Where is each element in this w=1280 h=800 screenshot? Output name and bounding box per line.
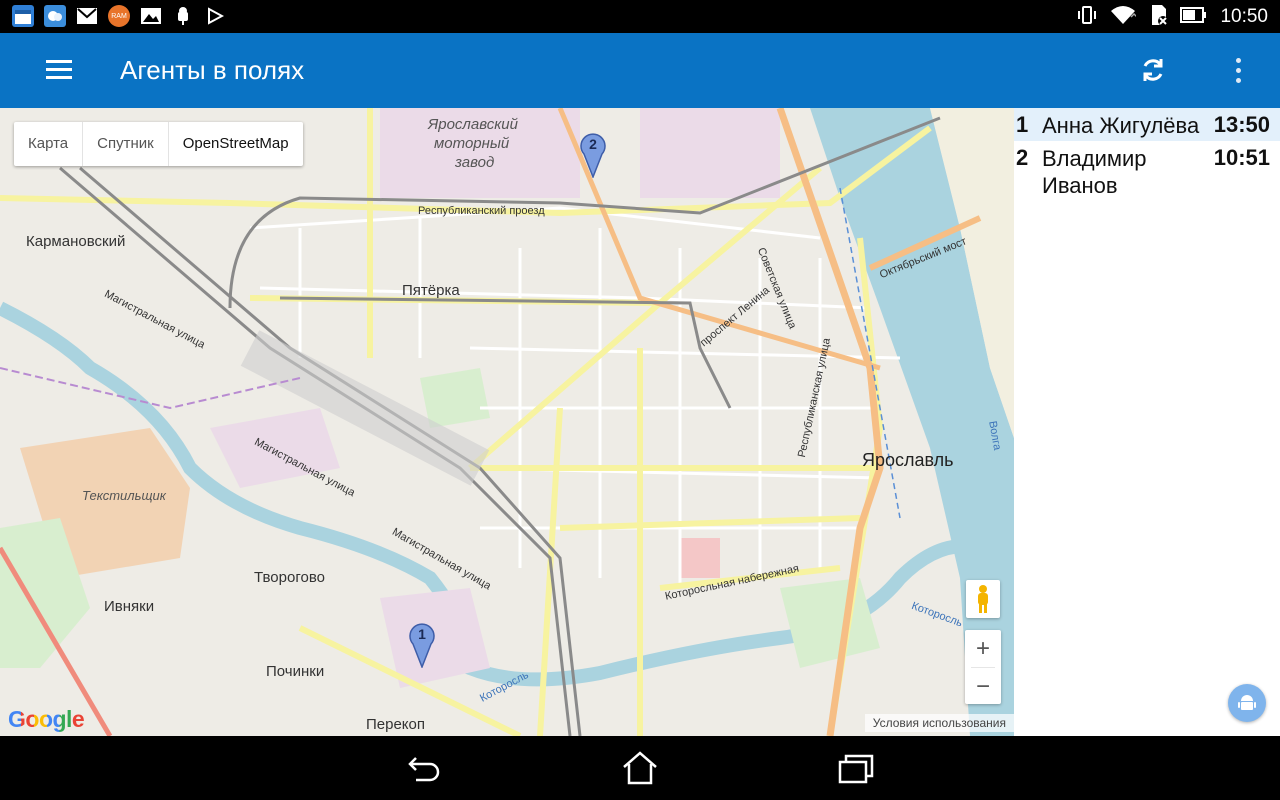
agent-time: 13:50 bbox=[1213, 112, 1270, 137]
more-dot-icon bbox=[1235, 68, 1241, 73]
android-debug-icon bbox=[172, 5, 194, 27]
terms-of-use-link[interactable]: Условия использования bbox=[864, 714, 1014, 732]
agent-list: 1 Анна Жигулёва 13:50 2 Владимир Иванов … bbox=[1014, 108, 1280, 736]
marker-number: 1 bbox=[418, 626, 426, 642]
status-bar: RAM 10:50 bbox=[0, 0, 1280, 33]
hamburger-icon-line bbox=[46, 60, 72, 63]
recents-button[interactable] bbox=[836, 750, 876, 786]
agent-list-item[interactable]: 1 Анна Жигулёва 13:50 bbox=[1014, 108, 1280, 141]
notification-icons: RAM bbox=[12, 5, 226, 27]
map-type-satellite[interactable]: Спутник bbox=[83, 122, 169, 166]
map-label-pochinki: Починки bbox=[266, 663, 325, 680]
more-options-button[interactable] bbox=[1226, 53, 1250, 89]
vibrate-icon bbox=[1076, 5, 1098, 29]
app-bar: Агенты в полях bbox=[0, 33, 1280, 108]
back-icon bbox=[408, 757, 440, 782]
map-tiles bbox=[0, 108, 1014, 736]
back-button[interactable] bbox=[404, 750, 444, 786]
recents-icon bbox=[838, 754, 874, 784]
more-dot-icon bbox=[1235, 58, 1241, 63]
map-label-street: Республиканский проезд bbox=[418, 205, 545, 217]
map-label-motor-plant: Ярославский bbox=[428, 116, 518, 133]
agent-list-item[interactable]: 2 Владимир Иванов 10:51 bbox=[1014, 141, 1280, 201]
map-type-selector: Карта Спутник OpenStreetMap bbox=[14, 122, 303, 166]
wifi-icon bbox=[1110, 5, 1138, 29]
battery-icon bbox=[1180, 6, 1208, 28]
ram-label: RAM bbox=[111, 12, 127, 20]
home-icon bbox=[623, 751, 657, 785]
system-icons: 10:50 bbox=[1076, 0, 1268, 33]
ram-app-icon: RAM bbox=[108, 5, 130, 27]
sd-card-icon bbox=[1148, 4, 1169, 30]
android-icon bbox=[1238, 695, 1256, 710]
hamburger-icon-line bbox=[46, 76, 72, 79]
map-label-yaroslavl: Ярославль bbox=[862, 450, 954, 470]
pegman-icon bbox=[978, 585, 988, 613]
clock: 10:50 bbox=[1220, 5, 1268, 27]
hamburger-icon-line bbox=[46, 68, 72, 71]
map-label-motor-plant: моторный bbox=[434, 135, 510, 152]
map-label-pyaterka: Пятёрка bbox=[402, 282, 460, 299]
agent-marker-2[interactable]: 2 bbox=[579, 132, 607, 180]
map-label-ivnyaki: Ивняки bbox=[104, 598, 155, 615]
zoom-in-button[interactable]: + bbox=[965, 630, 1001, 667]
agent-time: 10:51 bbox=[1213, 145, 1270, 170]
agent-name: Анна Жигулёва bbox=[1042, 113, 1200, 138]
gmail-icon bbox=[76, 5, 98, 27]
google-logo-text: Google bbox=[8, 706, 85, 732]
navigation-bar bbox=[0, 736, 1280, 800]
map-label-motor-plant: завод bbox=[455, 154, 495, 171]
map-label-tekstilshchik: Текстильщик bbox=[82, 488, 166, 503]
more-dot-icon bbox=[1235, 78, 1241, 83]
home-button[interactable] bbox=[620, 750, 660, 786]
google-logo: Google bbox=[8, 706, 85, 733]
zoom-controls: + − bbox=[965, 630, 1001, 704]
map-label-karmanovsky: Кармановский bbox=[26, 233, 126, 250]
agent-index: 2 bbox=[1016, 145, 1029, 170]
marker-number: 2 bbox=[589, 136, 597, 152]
app-title: Агенты в полях bbox=[120, 55, 305, 85]
play-store-icon bbox=[204, 5, 226, 27]
map-type-osm[interactable]: OpenStreetMap bbox=[169, 122, 303, 166]
weather-icon bbox=[44, 5, 66, 27]
android-fab-button[interactable] bbox=[1228, 684, 1266, 722]
agent-name: Владимир Иванов bbox=[1042, 146, 1147, 198]
zoom-out-button[interactable]: − bbox=[965, 668, 1001, 705]
map-view[interactable]: Ярославский моторный завод Кармановский … bbox=[0, 108, 1014, 736]
street-view-button[interactable] bbox=[966, 580, 1000, 618]
map-label-perekop: Перекоп bbox=[366, 716, 426, 733]
menu-button[interactable] bbox=[46, 60, 72, 80]
gallery-icon bbox=[140, 5, 162, 27]
calendar-icon bbox=[12, 5, 34, 27]
refresh-button[interactable] bbox=[1138, 55, 1168, 85]
map-label-tvorogovo: Творогово bbox=[254, 569, 325, 586]
refresh-icon bbox=[1143, 59, 1163, 81]
agent-marker-1[interactable]: 1 bbox=[408, 622, 436, 670]
agent-index: 1 bbox=[1016, 112, 1029, 137]
map-type-map[interactable]: Карта bbox=[14, 122, 84, 166]
